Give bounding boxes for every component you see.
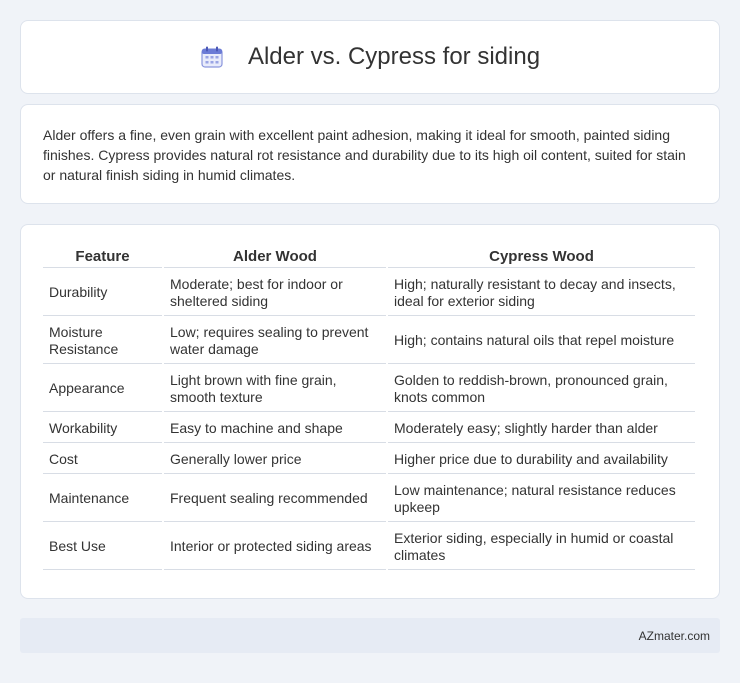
summary-card: Alder offers a fine, even grain with exc… — [20, 104, 720, 204]
cypress-cell: Low maintenance; natural resistance redu… — [388, 476, 695, 522]
table-row: Cost Generally lower price Higher price … — [43, 445, 695, 474]
comparison-card: Feature Alder Wood Cypress Wood Durabili… — [20, 224, 720, 599]
table-header-row: Feature Alder Wood Cypress Wood — [43, 244, 695, 268]
summary-text: Alder offers a fine, even grain with exc… — [43, 127, 686, 183]
alder-cell: Moderate; best for indoor or sheltered s… — [164, 270, 386, 316]
table-row: Maintenance Frequent sealing recommended… — [43, 476, 695, 522]
feature-cell: Appearance — [43, 366, 162, 412]
cypress-cell: Higher price due to durability and avail… — [388, 445, 695, 474]
calendar-icon — [200, 45, 224, 69]
cypress-cell: Exterior siding, especially in humid or … — [388, 524, 695, 570]
page-title: Alder vs. Cypress for siding — [247, 43, 541, 70]
header-cypress: Cypress Wood — [388, 244, 695, 268]
feature-cell: Best Use — [43, 524, 162, 570]
table-row: Appearance Light brown with fine grain, … — [43, 366, 695, 412]
table-row: Best Use Interior or protected siding ar… — [43, 524, 695, 570]
table-row: Moisture Resistance Low; requires sealin… — [43, 318, 695, 364]
cypress-cell: High; naturally resistant to decay and i… — [388, 270, 695, 316]
feature-cell: Durability — [43, 270, 162, 316]
footer: AZmater.com — [20, 618, 720, 653]
footer-brand: AZmater.com — [638, 628, 710, 643]
cypress-cell: Moderately easy; slightly harder than al… — [388, 414, 695, 443]
cypress-cell: High; contains natural oils that repel m… — [388, 318, 695, 364]
cypress-cell: Golden to reddish-brown, pronounced grai… — [388, 366, 695, 412]
alder-cell: Light brown with fine grain, smooth text… — [164, 366, 386, 412]
feature-cell: Moisture Resistance — [43, 318, 162, 364]
title-card: Alder vs. Cypress for siding — [20, 20, 720, 94]
alder-cell: Easy to machine and shape — [164, 414, 386, 443]
table-row: Workability Easy to machine and shape Mo… — [43, 414, 695, 443]
comparison-table: Feature Alder Wood Cypress Wood Durabili… — [41, 242, 697, 572]
table-row: Durability Moderate; best for indoor or … — [43, 270, 695, 316]
alder-cell: Frequent sealing recommended — [164, 476, 386, 522]
alder-cell: Interior or protected siding areas — [164, 524, 386, 570]
header-alder: Alder Wood — [164, 244, 386, 268]
alder-cell: Low; requires sealing to prevent water d… — [164, 318, 386, 364]
feature-cell: Workability — [43, 414, 162, 443]
feature-cell: Cost — [43, 445, 162, 474]
header-feature: Feature — [43, 244, 162, 268]
alder-cell: Generally lower price — [164, 445, 386, 474]
feature-cell: Maintenance — [43, 476, 162, 522]
